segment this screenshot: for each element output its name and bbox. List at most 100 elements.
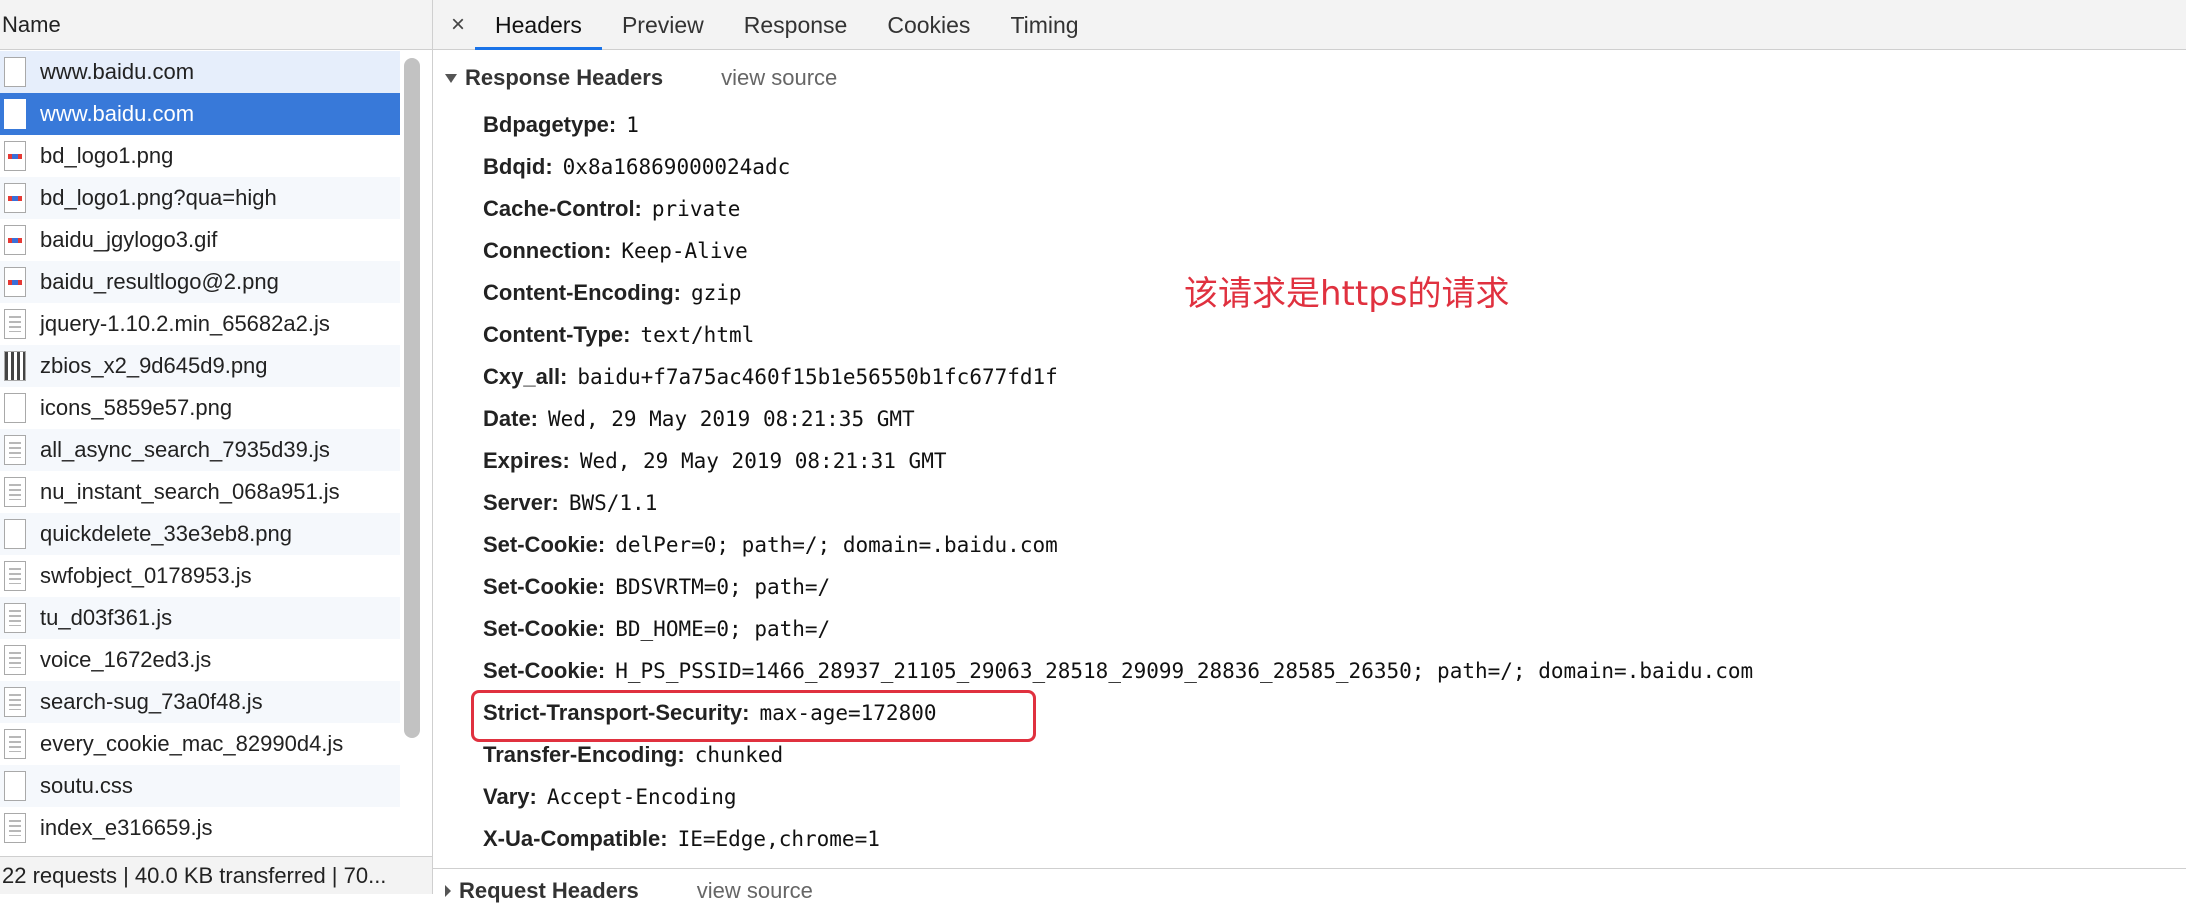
- request-row[interactable]: search-sug_73a0f48.js: [0, 681, 400, 723]
- header-key: Transfer-Encoding:: [483, 742, 685, 767]
- header-key: Content-Type:: [483, 322, 631, 347]
- header-value: 1: [626, 113, 639, 137]
- header-row: Bdqid: 0x8a16869000024adc: [483, 146, 1753, 188]
- header-value: Keep-Alive: [621, 239, 748, 263]
- request-name: all_async_search_7935d39.js: [40, 437, 330, 462]
- header-row: Set-Cookie: delPer=0; path=/; domain=.bai…: [483, 524, 1753, 566]
- header-row: Vary: Accept-Encoding: [483, 776, 1753, 818]
- script-icon: [4, 561, 26, 591]
- request-name: bd_logo1.png?qua=high: [40, 185, 277, 210]
- request-name: zbios_x2_9d645d9.png: [40, 353, 268, 378]
- request-row[interactable]: baidu_jgylogo3.gif: [0, 219, 400, 261]
- header-value: chunked: [694, 743, 784, 767]
- request-row[interactable]: quickdelete_33e3eb8.png: [0, 513, 400, 555]
- tab-response[interactable]: Response: [724, 0, 868, 49]
- document-icon: [4, 393, 26, 423]
- section-title: Response Headers: [465, 65, 664, 90]
- request-name: www.baidu.com: [40, 59, 195, 84]
- request-detail-pane: × Headers Preview Response Cookies Timing Re…: [433, 0, 2186, 894]
- request-row[interactable]: bd_logo1.png?qua=high: [0, 177, 400, 219]
- collapsed-triangle-icon[interactable]: [445, 885, 451, 897]
- tab-headers[interactable]: Headers: [475, 0, 602, 50]
- highlight-box: [471, 690, 1036, 742]
- request-row[interactable]: all_async_search_7935d39.js: [0, 429, 400, 471]
- name-column-header[interactable]: Name: [0, 0, 432, 50]
- script-icon: [4, 645, 26, 675]
- request-row[interactable]: every_cookie_mac_82990d4.js: [0, 723, 400, 765]
- header-key: Cache-Control:: [483, 196, 642, 221]
- request-row[interactable]: swfobject_0178953.js: [0, 555, 400, 597]
- header-key: Set-Cookie:: [483, 532, 606, 557]
- image-icon: [4, 141, 26, 171]
- header-row: Content-Type: text/html: [483, 314, 1753, 356]
- header-row: Set-Cookie: BDSVRTM=0; path=/: [483, 566, 1753, 608]
- annotation-text: 该请求是https的请求: [1184, 274, 1510, 314]
- script-icon: [4, 309, 26, 339]
- request-name: jquery-1.10.2.min_65682a2.js: [40, 311, 330, 336]
- script-icon: [4, 603, 26, 633]
- request-name: voice_1672ed3.js: [40, 647, 212, 672]
- request-name: swfobject_0178953.js: [40, 563, 252, 588]
- expand-triangle-icon[interactable]: [445, 73, 457, 83]
- header-row: Content-Encoding: gzip: [483, 272, 1753, 314]
- request-list-scrollbar[interactable]: [404, 58, 420, 738]
- request-name: search-sug_73a0f48.js: [40, 689, 263, 714]
- document-icon: [4, 771, 26, 801]
- header-row: Set-Cookie: H_PS_PSSID=1466_28937_21105_2…: [483, 650, 1753, 692]
- request-row[interactable]: baidu_resultlogo@2.png: [0, 261, 400, 303]
- header-value: Wed, 29 May 2019 08:21:31 GMT: [579, 449, 947, 473]
- header-key: Set-Cookie:: [483, 616, 606, 641]
- request-name: icons_5859e57.png: [40, 395, 233, 420]
- header-value: delPer=0; path=/; domain=.baidu.com: [615, 533, 1058, 557]
- header-key: Content-Encoding:: [483, 280, 681, 305]
- header-value: BD_HOME=0; path=/: [615, 617, 831, 641]
- header-key: Set-Cookie:: [483, 658, 606, 683]
- script-icon: [4, 813, 26, 843]
- header-row: Bdpagetype: 1: [483, 104, 1753, 146]
- request-row[interactable]: bd_logo1.png: [0, 135, 400, 177]
- request-row[interactable]: soutu.css: [0, 765, 400, 807]
- request-name: index_e316659.js: [40, 815, 213, 840]
- request-row[interactable]: www.baidu.com: [0, 51, 400, 93]
- header-row: Cache-Control: private: [483, 188, 1753, 230]
- request-name: baidu_jgylogo3.gif: [40, 227, 218, 252]
- view-source-link[interactable]: view source: [721, 65, 837, 91]
- header-row: Cxy_all: baidu+f7a75ac460f15b1e56550b1fc6…: [483, 356, 1753, 398]
- script-icon: [4, 435, 26, 465]
- request-row[interactable]: tu_d03f361.js: [0, 597, 400, 639]
- header-value: 0x8a16869000024adc: [562, 155, 791, 179]
- request-view-source-link[interactable]: view source: [697, 878, 813, 904]
- request-headers-section-header[interactable]: Request Headers view source: [433, 876, 813, 906]
- request-row[interactable]: jquery-1.10.2.min_65682a2.js: [0, 303, 400, 345]
- request-row[interactable]: zbios_x2_9d645d9.png: [0, 345, 400, 387]
- document-icon: [4, 57, 26, 87]
- request-row[interactable]: www.baidu.com: [0, 93, 400, 135]
- request-name: soutu.css: [40, 773, 133, 798]
- request-row[interactable]: index_e316659.js: [0, 807, 400, 849]
- request-row[interactable]: nu_instant_search_068a951.js: [0, 471, 400, 513]
- request-name: tu_d03f361.js: [40, 605, 173, 630]
- header-value: H_PS_PSSID=1466_28937_21105_29063_28518_…: [615, 659, 1754, 683]
- script-icon: [4, 687, 26, 717]
- request-row[interactable]: icons_5859e57.png: [0, 387, 400, 429]
- header-row: Set-Cookie: BD_HOME=0; path=/: [483, 608, 1753, 650]
- request-row[interactable]: voice_1672ed3.js: [0, 639, 400, 681]
- response-headers-section-header[interactable]: Response Headers view source: [433, 58, 2186, 98]
- header-row: Expires: Wed, 29 May 2019 08:21:31 GMT: [483, 440, 1753, 482]
- request-name: www.baidu.com: [40, 101, 195, 126]
- header-value: Accept-Encoding: [546, 785, 737, 809]
- request-name: baidu_resultlogo@2.png: [40, 269, 279, 294]
- tab-cookies[interactable]: Cookies: [867, 0, 990, 49]
- document-icon: [4, 519, 26, 549]
- close-icon[interactable]: ×: [441, 0, 475, 49]
- header-value: private: [651, 197, 741, 221]
- image-icon: [4, 225, 26, 255]
- tab-timing[interactable]: Timing: [990, 0, 1098, 49]
- section-divider: [433, 868, 2186, 869]
- request-name: quickdelete_33e3eb8.png: [40, 521, 293, 546]
- header-row: Server: BWS/1.1: [483, 482, 1753, 524]
- header-value: IE=Edge,chrome=1: [677, 827, 880, 851]
- tab-preview[interactable]: Preview: [602, 0, 724, 49]
- header-key: Connection:: [483, 238, 612, 263]
- header-value: baidu+f7a75ac460f15b1e56550b1fc677fd1f: [577, 365, 1058, 389]
